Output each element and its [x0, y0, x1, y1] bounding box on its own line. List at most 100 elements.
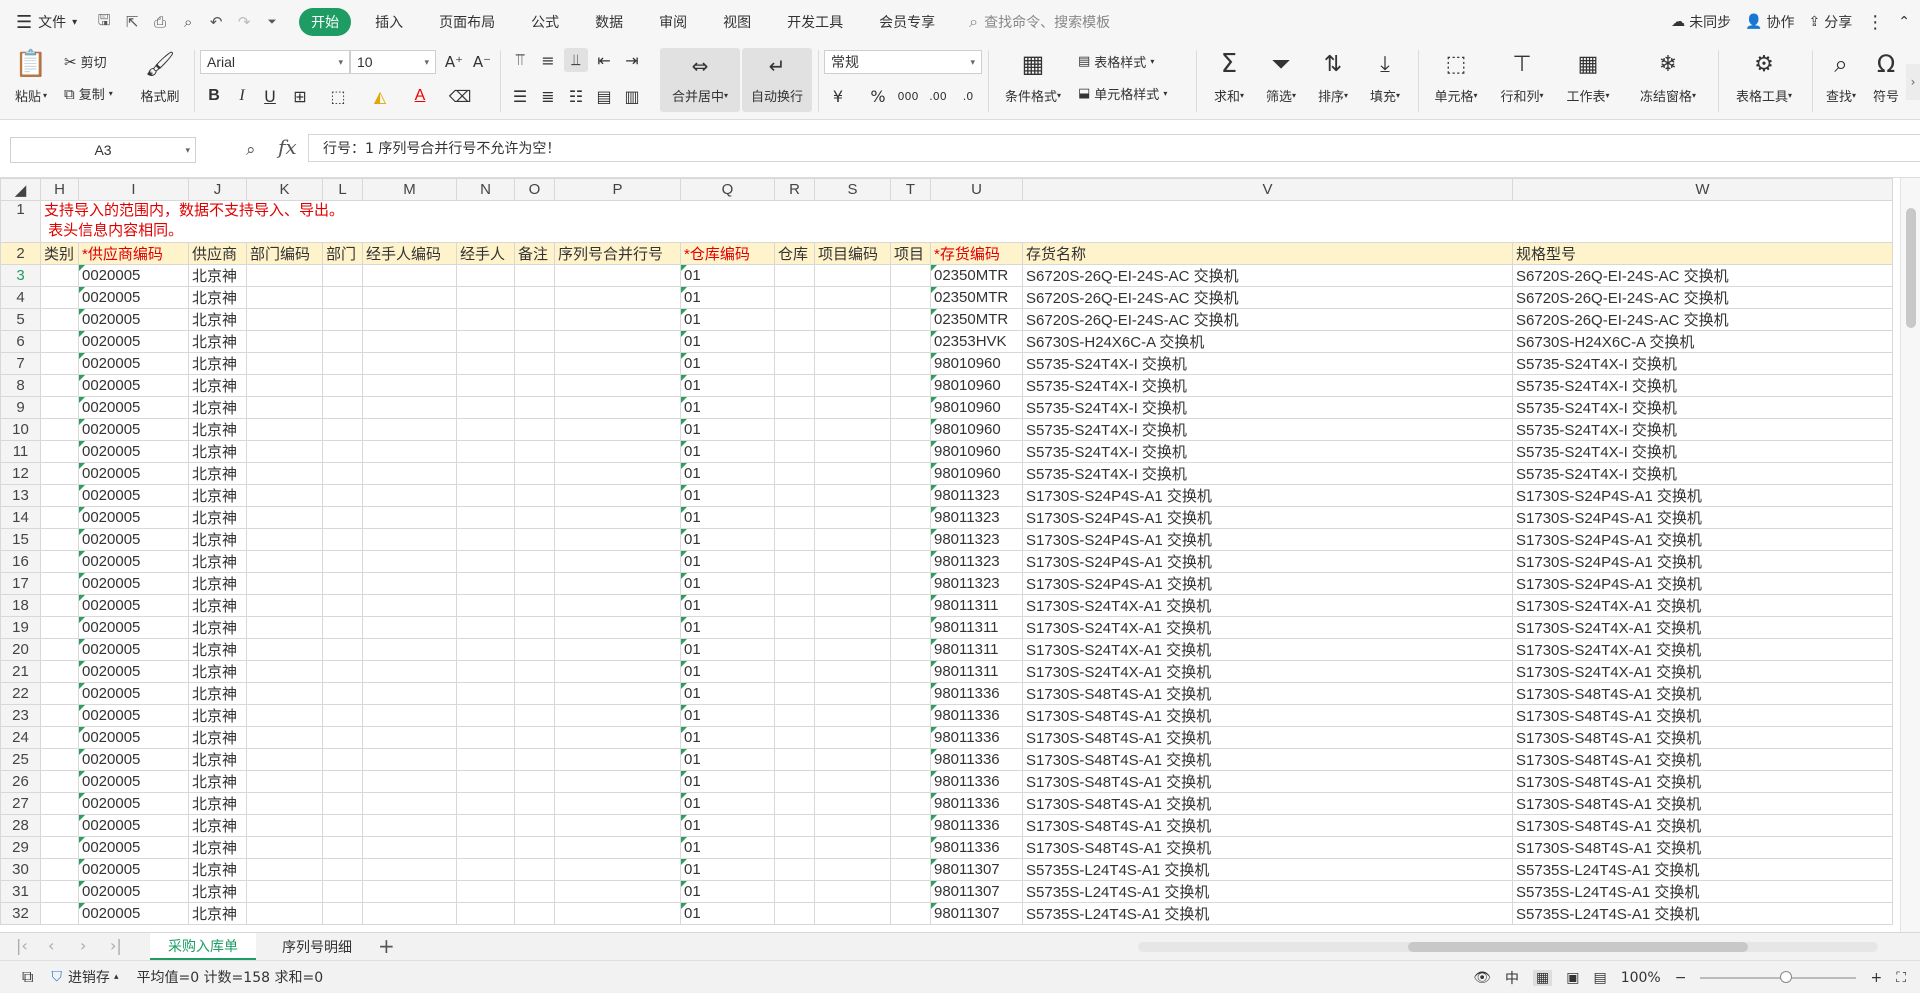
column-header-t[interactable]: T [890, 178, 931, 201]
table-cell[interactable]: 02350MTR [930, 286, 1023, 309]
table-cell[interactable]: 北京神 [188, 308, 247, 331]
column-header-k[interactable]: K [246, 178, 323, 201]
row-header[interactable]: 8 [0, 374, 41, 397]
align-right-icon[interactable]: ☷ [564, 84, 588, 108]
table-cell[interactable]: 0020005 [78, 572, 189, 595]
table-cell[interactable] [246, 682, 323, 705]
table-cell[interactable]: S1730S-S24T4X-A1 交换机 [1022, 660, 1513, 683]
table-cell[interactable] [890, 682, 931, 705]
table-cell[interactable]: 98011307 [930, 880, 1023, 903]
italic-icon[interactable]: I [230, 84, 254, 108]
table-cell[interactable] [774, 440, 815, 463]
table-cell[interactable] [40, 792, 79, 815]
tab-view[interactable]: 视图 [705, 0, 769, 44]
table-cell[interactable]: S6730S-H24X6C-A 交换机 [1512, 330, 1893, 353]
table-cell[interactable] [322, 528, 363, 551]
table-cell[interactable] [890, 550, 931, 573]
table-cell[interactable]: 01 [680, 638, 775, 661]
table-cell[interactable]: 北京神 [188, 550, 247, 573]
table-cell[interactable] [514, 682, 555, 705]
table-cell[interactable]: S1730S-S24P4S-A1 交换机 [1022, 572, 1513, 595]
table-cell[interactable] [554, 572, 681, 595]
table-cell[interactable]: S1730S-S48T4S-A1 交换机 [1022, 726, 1513, 749]
table-cell[interactable]: S1730S-S48T4S-A1 交换机 [1022, 770, 1513, 793]
table-cell[interactable] [814, 682, 891, 705]
table-cell[interactable]: S1730S-S24T4X-A1 交换机 [1022, 616, 1513, 639]
table-cell[interactable]: S5735-S24T4X-I 交换机 [1512, 440, 1893, 463]
next-sheet-icon[interactable]: › [80, 936, 86, 955]
tab-data[interactable]: 数据 [577, 0, 641, 44]
row-header[interactable]: 11 [0, 440, 41, 463]
table-cell[interactable] [322, 858, 363, 881]
row-header[interactable]: 1 [0, 200, 41, 243]
table-cell[interactable] [774, 572, 815, 595]
table-cell[interactable] [890, 264, 931, 287]
table-cell[interactable] [456, 770, 515, 793]
table-cell[interactable] [814, 902, 891, 925]
table-cell[interactable]: 01 [680, 308, 775, 331]
table-cell[interactable] [362, 462, 457, 485]
table-cell[interactable] [554, 660, 681, 683]
table-cell[interactable] [554, 484, 681, 507]
table-cell[interactable] [362, 572, 457, 595]
table-cell[interactable] [40, 286, 79, 309]
table-cell[interactable] [362, 638, 457, 661]
command-search[interactable]: ⌕ 查找命令、搜索模板 [969, 12, 1110, 32]
table-cell[interactable] [814, 506, 891, 529]
table-cell[interactable] [246, 506, 323, 529]
table-cell[interactable]: S1730S-S24T4X-A1 交换机 [1512, 660, 1893, 683]
table-cell[interactable]: 98011336 [930, 682, 1023, 705]
table-cell[interactable]: S1730S-S48T4S-A1 交换机 [1512, 726, 1893, 749]
tab-insert[interactable]: 插入 [357, 0, 421, 44]
table-cell[interactable] [554, 286, 681, 309]
table-cell[interactable] [40, 440, 79, 463]
table-cell[interactable] [554, 836, 681, 859]
row-header[interactable]: 16 [0, 550, 41, 573]
table-cell[interactable]: 98011323 [930, 506, 1023, 529]
table-cell[interactable]: 01 [680, 748, 775, 771]
table-cell[interactable] [322, 726, 363, 749]
table-cell[interactable] [322, 660, 363, 683]
table-cell[interactable] [456, 396, 515, 419]
table-cell[interactable] [514, 572, 555, 595]
table-cell[interactable] [322, 506, 363, 529]
table-cell[interactable] [362, 264, 457, 287]
paste-button[interactable]: 📋 粘贴 ▾ [10, 46, 52, 105]
row-header[interactable]: 25 [0, 748, 41, 771]
table-cell[interactable] [456, 550, 515, 573]
table-cell[interactable]: 01 [680, 264, 775, 287]
table-cell[interactable]: 0020005 [78, 506, 189, 529]
table-cell[interactable]: S5735-S24T4X-I 交换机 [1022, 440, 1513, 463]
table-cell[interactable] [40, 418, 79, 441]
row-header[interactable]: 24 [0, 726, 41, 749]
table-cell[interactable]: 0020005 [78, 616, 189, 639]
row-header[interactable]: 13 [0, 484, 41, 507]
table-cell[interactable] [554, 902, 681, 925]
table-cell[interactable] [246, 396, 323, 419]
table-cell[interactable]: 北京神 [188, 506, 247, 529]
table-cell[interactable]: 0020005 [78, 374, 189, 397]
table-cell[interactable] [40, 836, 79, 859]
table-cell[interactable] [554, 506, 681, 529]
table-cell[interactable] [246, 638, 323, 661]
table-cell[interactable] [40, 506, 79, 529]
chevron-up-icon[interactable]: ▴ [114, 972, 119, 982]
ribbon-scroll-right-icon[interactable]: › [1906, 64, 1920, 100]
row-header[interactable]: 12 [0, 462, 41, 485]
table-cell[interactable] [890, 352, 931, 375]
table-cell[interactable]: S1730S-S48T4S-A1 交换机 [1512, 770, 1893, 793]
table-cell[interactable] [322, 594, 363, 617]
table-cell[interactable]: 98011323 [930, 550, 1023, 573]
table-style-button[interactable]: ▤ 表格样式 ▾ [1078, 52, 1154, 71]
filter-button[interactable]: ⏷ 筛选 ▾ [1258, 46, 1304, 105]
table-cell[interactable] [40, 726, 79, 749]
field-header-cell[interactable]: 部门编码 [246, 242, 323, 265]
table-cell[interactable]: 北京神 [188, 704, 247, 727]
table-cell[interactable]: 01 [680, 814, 775, 837]
table-cell[interactable]: S5735-S24T4X-I 交换机 [1512, 462, 1893, 485]
table-cell[interactable] [814, 572, 891, 595]
table-cell[interactable] [456, 264, 515, 287]
table-cell[interactable] [514, 462, 555, 485]
table-cell[interactable] [554, 374, 681, 397]
row-header[interactable]: 14 [0, 506, 41, 529]
